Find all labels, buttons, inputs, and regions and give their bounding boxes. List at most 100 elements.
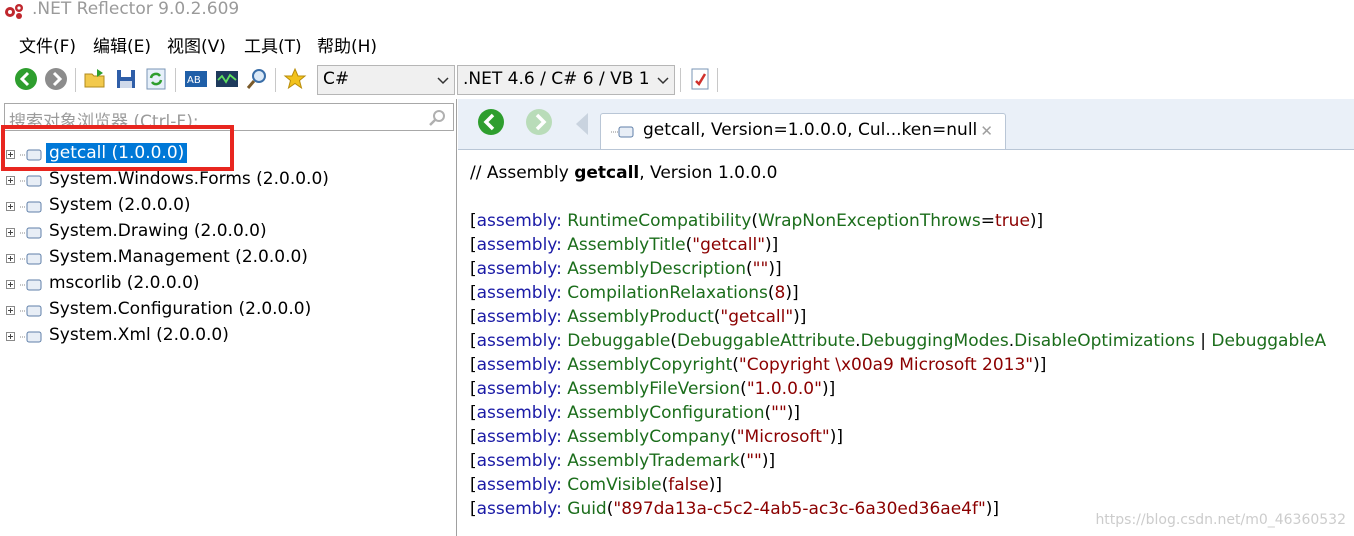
refresh-icon[interactable] [144,67,168,91]
code-token: assembly: [476,451,562,471]
code-token: | [1194,331,1212,351]
tab-scroll-left-icon[interactable] [568,109,598,139]
code-token: ( [730,427,737,447]
close-icon[interactable]: ✕ [980,122,993,140]
assembly-icon [20,227,42,239]
tree-item[interactable]: mscorlib (2.0.0.0) [4,272,444,298]
code-token: [ [470,379,477,399]
code-token: DebuggableA [1211,331,1327,351]
framework-combo[interactable]: .NET 4.6 / C# 6 / VB 1 [457,65,675,95]
menu-edit[interactable]: 编辑(E) [93,32,151,57]
code-line: [assembly: CompilationRelaxations(8)] [470,281,1354,305]
code-view-pane: getcall, Version=1.0.0.0, Cul...ken=null… [458,99,1354,536]
assembly-icon [611,126,634,138]
code-token: assembly: [476,427,562,447]
disassembler-icon[interactable] [215,67,239,91]
code-token: [ [470,403,477,423]
tree-item-label: System.Xml (2.0.0.0) [49,325,229,345]
tree-item[interactable]: System.Drawing (2.0.0.0) [4,220,444,246]
expand-icon[interactable] [6,202,15,211]
tree-item-label: mscorlib (2.0.0.0) [49,273,200,293]
back-icon[interactable] [476,107,506,137]
code-line: [assembly: AssemblyTitle("getcall")] [470,233,1354,257]
expand-icon[interactable] [6,280,15,289]
expand-icon[interactable] [6,254,15,263]
code-token: [ [470,331,477,351]
assembly-icon [20,201,42,213]
tree-item[interactable]: System.Management (2.0.0.0) [4,246,444,272]
toolbar-separator [75,68,76,92]
code-line: [assembly: AssemblyFileVersion("1.0.0.0"… [470,377,1354,401]
tree-item[interactable]: System.Xml (2.0.0.0) [4,324,444,350]
expand-icon[interactable] [6,176,15,185]
tab-document[interactable]: getcall, Version=1.0.0.0, Cul...ken=null… [600,113,1006,149]
code-token: assembly: [476,307,562,327]
title-bar: .NET Reflector 9.0.2.609 [0,0,1354,22]
assembly-icon [20,175,42,187]
chevron-down-icon [437,77,449,85]
code-token: [ [470,427,477,447]
code-token: AssemblyCompany [567,427,731,447]
code-token: )] [985,499,1000,519]
menu-bar: 文件(F) 编辑(E) 视图(V) 工具(T) 帮助(H) [0,30,1354,58]
code-token: AssemblyConfiguration [567,403,765,423]
forward-icon[interactable] [44,67,68,91]
tree-item[interactable]: System (2.0.0.0) [4,194,444,220]
assembly-icon [20,331,42,343]
tree-item-label: System (2.0.0.0) [49,195,191,215]
code-token: 8 [774,283,786,303]
language-combo[interactable]: C# [317,65,455,95]
code-token: ( [767,283,775,303]
code-token: [ [470,451,477,471]
code-token: [ [470,259,477,279]
tree-item[interactable]: System.Configuration (2.0.0.0) [4,298,444,324]
code-token: ComVisible [567,475,662,495]
code-token: Guid [567,499,607,519]
code-token: [ [470,499,477,519]
menu-help[interactable]: 帮助(H) [317,32,377,57]
forward-icon[interactable] [524,107,554,137]
tree-item-label: System.Management (2.0.0.0) [49,247,308,267]
menu-tools[interactable]: 工具(T) [244,32,302,57]
search-icon[interactable] [245,67,269,91]
search-icon[interactable] [427,108,447,128]
code-token: "getcall" [692,235,766,255]
assembly-icon [20,279,42,291]
menu-file[interactable]: 文件(F) [19,32,76,57]
code-line: [assembly: AssemblyTrademark("")] [470,449,1354,473]
code-token: )] [768,259,782,279]
back-icon[interactable] [14,67,38,91]
watermark-text: https://blog.csdn.net/m0_46360532 [1095,512,1346,528]
tab-document-label: getcall, Version=1.0.0.0, Cul...ken=null [643,120,978,140]
code-token: DebuggingModes [860,331,1009,351]
menu-view[interactable]: 视图(V) [167,32,226,57]
code-line: [assembly: AssemblyDescription("")] [470,257,1354,281]
code-token: )] [708,475,722,495]
code-token: AssemblyDescription [567,259,747,279]
options-icon[interactable] [688,67,712,91]
code-comment: // Assembly [470,163,575,183]
code-token: RuntimeCompatibility [567,211,752,231]
code-listing: // Assembly getcall, Version 1.0.0.0 [as… [470,161,1354,521]
open-icon[interactable] [83,67,107,91]
code-token: assembly: [476,259,562,279]
expand-icon[interactable] [6,306,15,315]
expand-icon[interactable] [6,332,15,341]
save-icon[interactable] [114,67,138,91]
code-token: false [668,475,709,495]
assembly-icon [20,305,42,317]
annotation-highlight-box [1,125,234,171]
analyzer-icon[interactable]: AB [184,67,208,91]
code-token: [ [470,211,477,231]
code-token: ( [732,355,739,375]
code-token: Debuggable [567,331,671,351]
code-line: [assembly: AssemblyProduct("getcall")] [470,305,1354,329]
code-token: "Copyright \x00a9 Microsoft 2013" [738,355,1034,375]
code-token: assembly: [476,499,562,519]
bookmark-star-icon[interactable] [283,67,307,91]
window-title: .NET Reflector 9.0.2.609 [32,0,240,19]
expand-icon[interactable] [6,228,15,237]
tree-item[interactable]: System.Windows.Forms (2.0.0.0) [4,168,444,194]
code-comment: , Version 1.0.0.0 [639,163,778,183]
